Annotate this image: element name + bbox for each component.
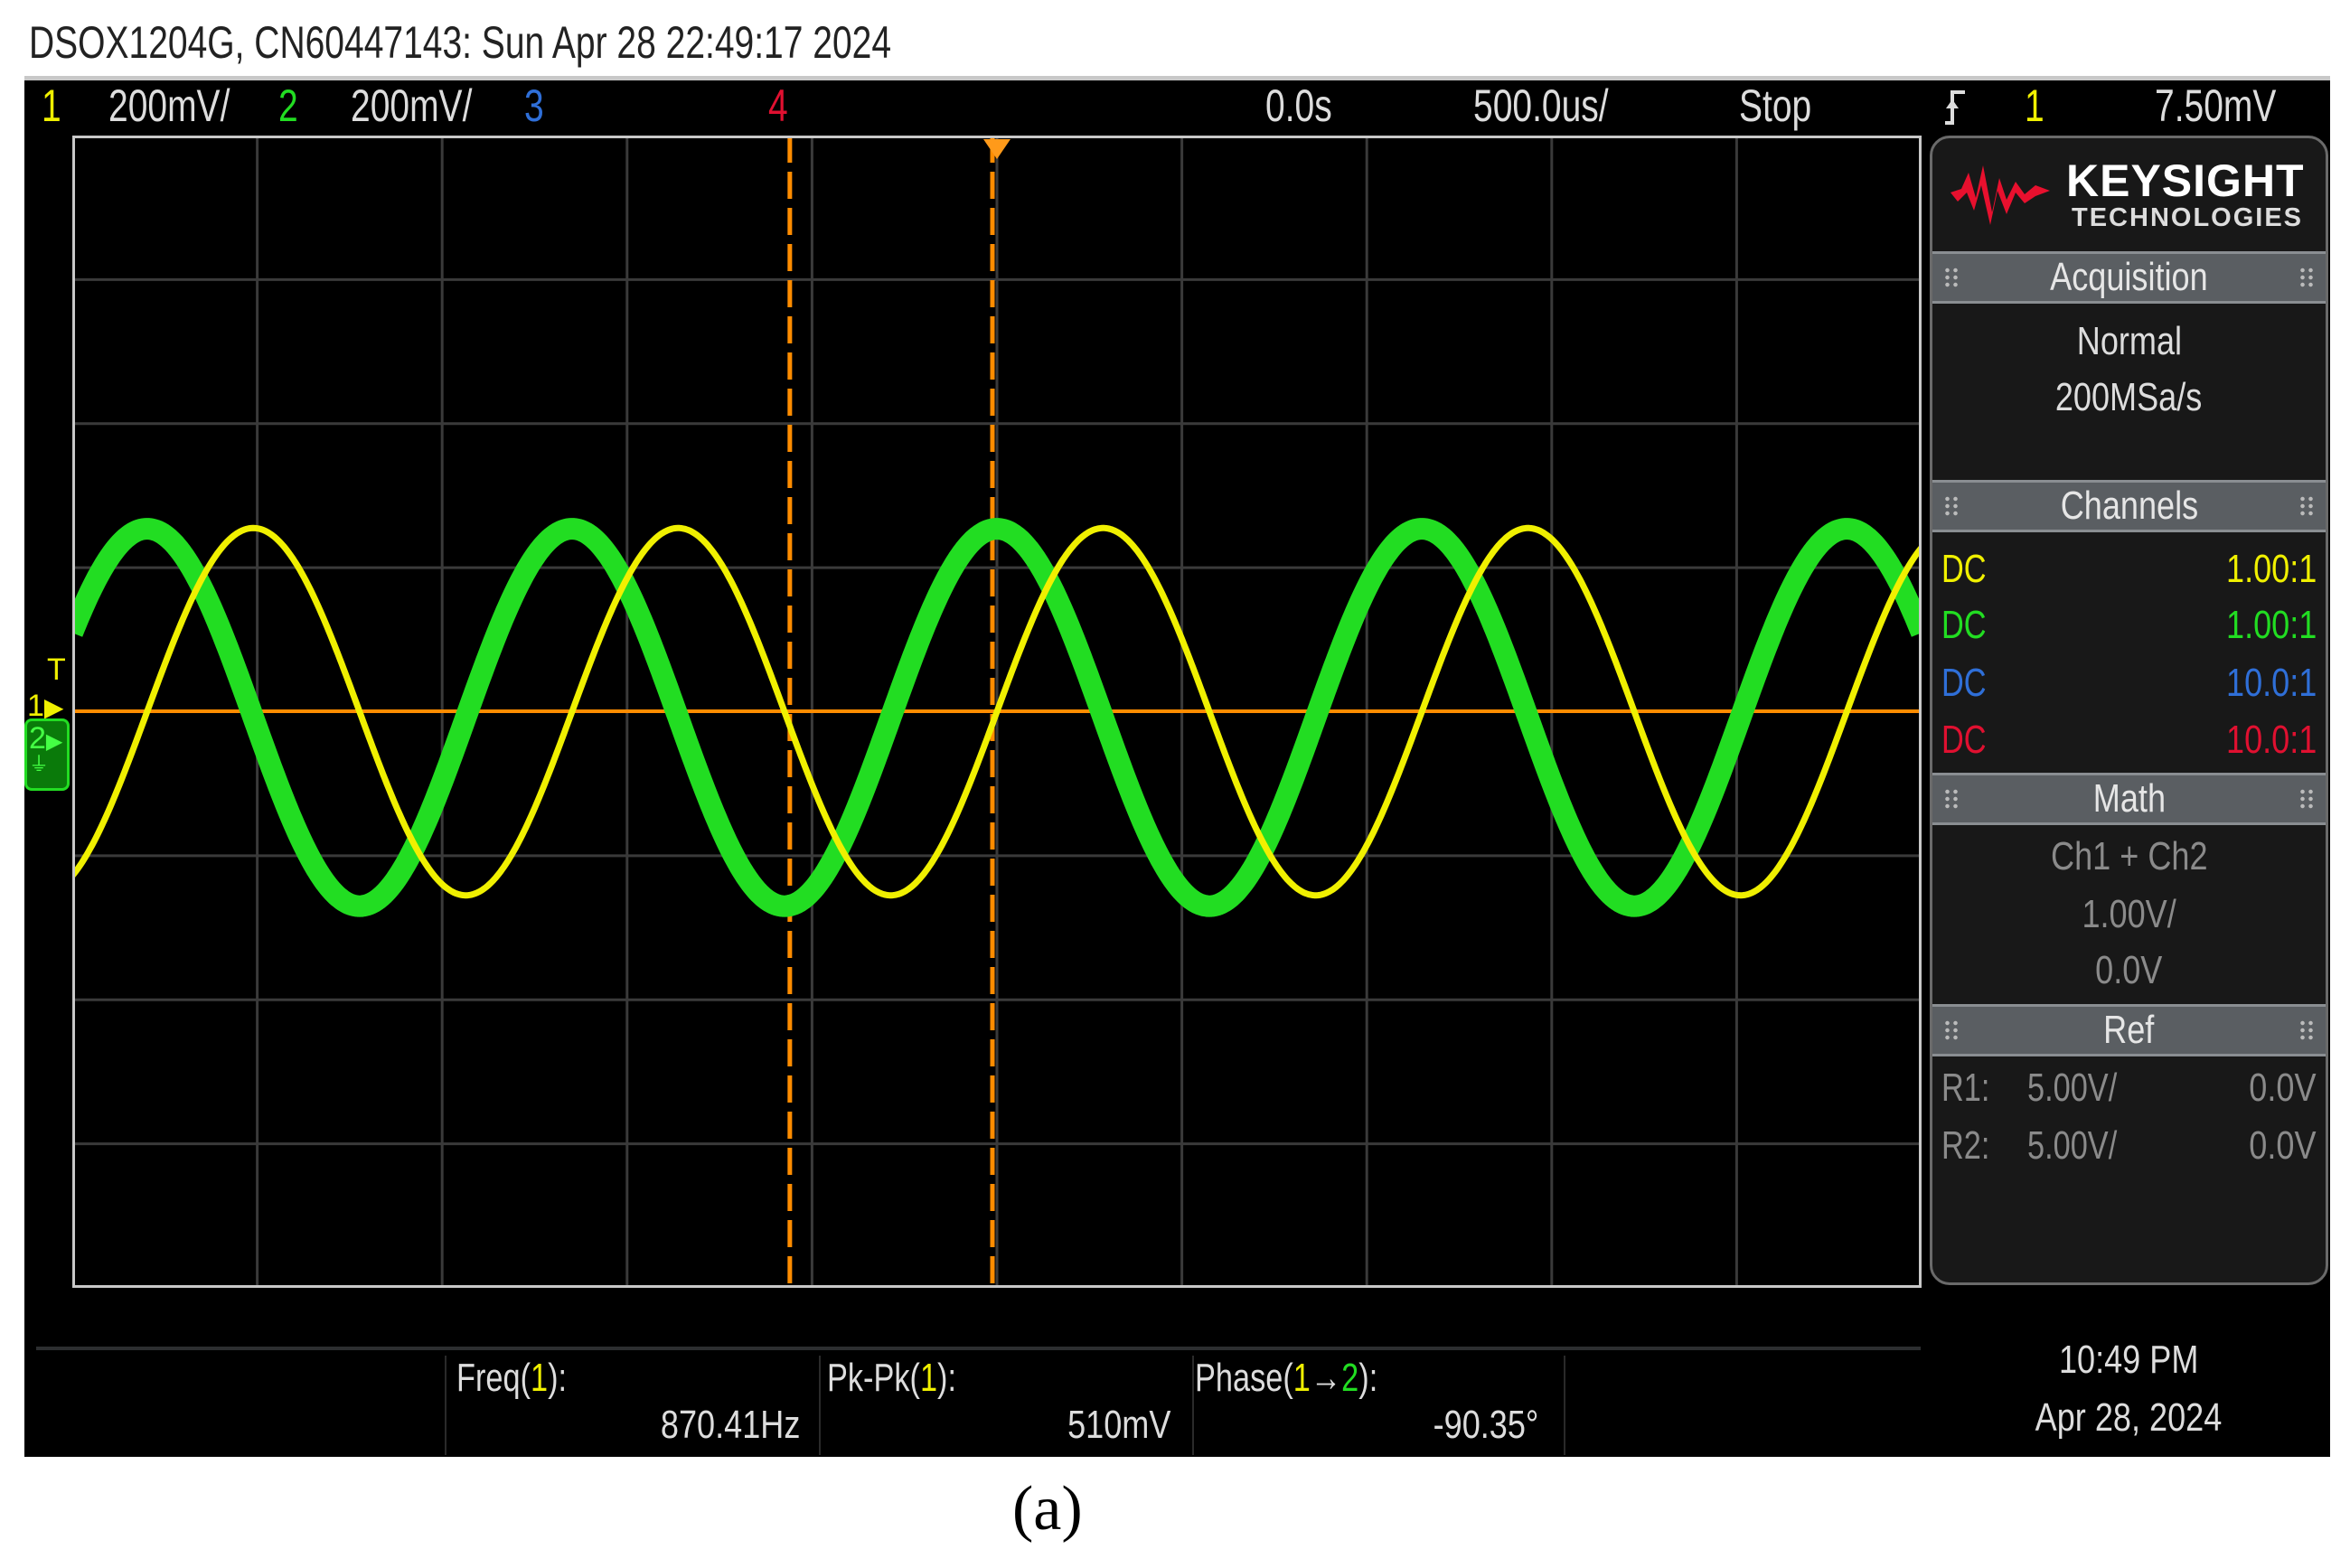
trigger-position-marker [983,139,1010,159]
acquisition-mode: Normal [2076,319,2182,363]
ch3-indicator[interactable]: 3 [524,80,550,132]
time-scale[interactable]: 500.0us/ [1473,80,1647,132]
ch4-indicator[interactable]: 4 [768,80,794,132]
measurement-freq-label[interactable]: Freq(1): [456,1356,598,1401]
ground-icon: ⏚ [29,753,50,775]
waveform-grid[interactable] [72,136,1922,1288]
measurement-separator [1564,1356,1565,1455]
channel-row-2[interactable]: DC 1.00:1 [1941,603,2317,650]
measurement-phase-label[interactable]: Phase(1→2): [1195,1356,1429,1401]
trigger-level[interactable]: 7.50mV [2155,80,2310,132]
rising-edge-icon[interactable] [1941,85,1969,137]
channel-row-1[interactable]: DC 1.00:1 [1941,547,2317,594]
info-panel: KEYSIGHT TECHNOLOGIES Acquisition Normal… [1930,136,2328,1285]
logo-subtext: TECHNOLOGIES [2072,203,2304,232]
window-title: DSOX1204G, CN60447143: Sun Apr 28 22:49:… [29,17,892,68]
measurement-phase-value: -90.35° [1433,1403,1538,1447]
measurement-separator [445,1356,446,1455]
math-expression: Ch1 + Ch2 [2050,834,2208,878]
channels-header[interactable]: Channels [1932,480,2326,532]
trigger-level-marker[interactable]: T [47,653,66,688]
keysight-logo-icon [1949,158,2057,235]
ch1-indicator[interactable]: 1 [42,80,67,132]
figure-caption: (a) [1012,1474,1083,1544]
ref-row-2[interactable]: R2: 5.00V/0.0V [1941,1123,2317,1170]
clock-time: 10:49 PM [2058,1338,2199,1382]
math-scale: 1.00V/ [2082,892,2176,936]
math-offset: 0.0V [2095,948,2163,992]
time-delay[interactable]: 0.0s [1265,80,1351,132]
ref-header[interactable]: Ref [1932,1004,2326,1056]
measurement-separator [819,1356,821,1455]
measurement-divider [36,1347,1921,1350]
ch2-indicator[interactable]: 2 [278,80,304,132]
ch2-scale[interactable]: 200mV/ [351,80,506,132]
math-header[interactable]: Math [1932,773,2326,825]
measurement-pkpk-value: 510mV [1067,1403,1170,1447]
ch2-ground-marker[interactable]: 2▶ ⏚ [24,718,70,791]
ch1-scale[interactable]: 200mV/ [108,80,264,132]
trigger-source[interactable]: 1 [2025,80,2050,132]
measurement-pkpk-label[interactable]: Pk-Pk(1): [827,1356,992,1401]
acquisition-header[interactable]: Acquisition [1932,251,2326,304]
ref-row-1[interactable]: R1: 5.00V/0.0V [1941,1066,2317,1113]
channel-row-4[interactable]: DC 10.0:1 [1941,718,2317,765]
channel-row-3[interactable]: DC 10.0:1 [1941,661,2317,708]
run-state[interactable]: Stop [1739,80,1832,132]
measurement-separator [1192,1356,1194,1455]
clock-date: Apr 28, 2024 [2035,1395,2223,1440]
sample-rate: 200MSa/s [2055,375,2203,419]
measurement-freq-value: 870.41Hz [660,1403,800,1447]
logo-text: KEYSIGHT [2066,155,2305,206]
